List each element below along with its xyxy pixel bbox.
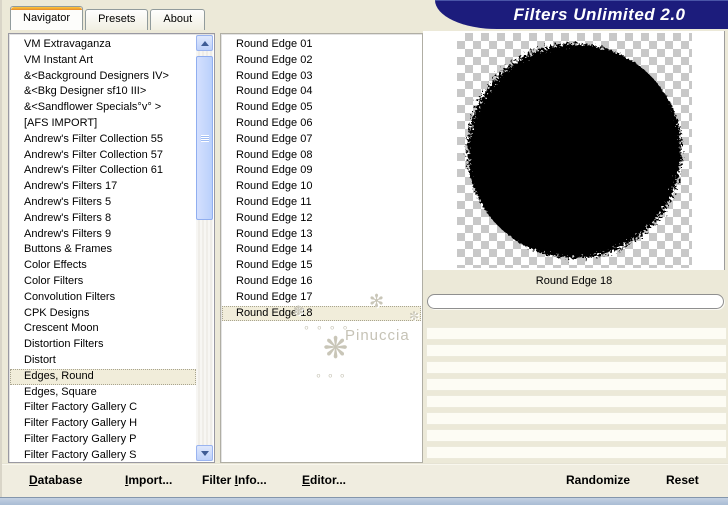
import-button[interactable]: Import... xyxy=(125,473,172,487)
filter-list-item[interactable]: Round Edge 04 xyxy=(222,84,421,100)
filter-list-item[interactable]: Round Edge 09 xyxy=(222,163,421,179)
category-list-item[interactable]: Andrew's Filters 8 xyxy=(10,211,196,227)
parameter-row xyxy=(426,327,727,340)
database-button[interactable]: Database xyxy=(29,473,82,487)
category-list-item[interactable]: [AFS IMPORT] xyxy=(10,116,196,132)
filter-list-item[interactable]: Round Edge 18 xyxy=(222,305,421,322)
category-list-item[interactable]: Andrew's Filter Collection 57 xyxy=(10,148,196,164)
parameter-rows xyxy=(426,327,727,463)
reset-button[interactable]: Reset xyxy=(666,473,699,487)
parameter-row xyxy=(426,361,727,374)
category-list-item[interactable]: Convolution Filters xyxy=(10,290,196,306)
tab-about[interactable]: About xyxy=(150,9,206,30)
category-list-item[interactable]: VM Extravaganza xyxy=(10,37,196,53)
category-list-item[interactable]: Distortion Filters xyxy=(10,337,196,353)
arrow-up-icon xyxy=(200,40,209,46)
scroll-up-button[interactable] xyxy=(196,35,213,51)
app-title-banner: Filters Unlimited 2.0 xyxy=(435,0,728,29)
filter-list-item[interactable]: Round Edge 12 xyxy=(222,211,421,227)
category-list-item[interactable]: Andrew's Filter Collection 55 xyxy=(10,132,196,148)
filter-info-button[interactable]: Filter Info... xyxy=(202,473,267,487)
category-list-item[interactable]: Andrew's Filters 9 xyxy=(10,227,196,243)
preview-caption-band: Round Edge 18 xyxy=(423,271,725,293)
filter-list-item[interactable]: Round Edge 17 xyxy=(222,290,421,306)
category-list-item[interactable]: Filter Factory Gallery H xyxy=(10,416,196,432)
category-list-item[interactable]: Andrew's Filters 5 xyxy=(10,195,196,211)
filter-items: Round Edge 01 Round Edge 02 Round Edge 03 R… xyxy=(222,37,421,461)
transparency-checkerboard xyxy=(457,33,692,268)
parameter-row xyxy=(426,429,727,442)
category-list-item[interactable]: Filter Factory Gallery S xyxy=(10,448,196,461)
action-bar: Database Import... Filter Info... Editor… xyxy=(2,463,728,497)
category-list-item[interactable]: &<Sandflower Specials°v° > xyxy=(10,100,196,116)
navigator-category-listbox[interactable]: VM Extravaganza VM Instant Art &<Backgroun… xyxy=(8,33,215,463)
editor-button[interactable]: Editor... xyxy=(302,473,346,487)
filter-list-item[interactable]: Round Edge 06 xyxy=(222,116,421,132)
category-list-item[interactable]: Buttons & Frames xyxy=(10,242,196,258)
category-list-item[interactable]: &<Bkg Designer sf10 III> xyxy=(10,84,196,100)
filter-list-item[interactable]: Round Edge 01 xyxy=(222,37,421,53)
category-list-item[interactable]: Edges, Square xyxy=(10,385,196,401)
randomize-button[interactable]: Randomize xyxy=(566,473,630,487)
navigator-category-items: VM Extravaganza VM Instant Art &<Backgroun… xyxy=(10,37,196,461)
category-list-item[interactable]: Edges, Round xyxy=(10,368,196,385)
filter-list-item[interactable]: Round Edge 10 xyxy=(222,179,421,195)
app-title: Filters Unlimited 2.0 xyxy=(513,4,686,24)
filter-list-item[interactable]: Round Edge 05 xyxy=(222,100,421,116)
background-strip xyxy=(0,497,728,505)
category-list-item[interactable]: &<Background Designers IV> xyxy=(10,69,196,85)
filter-list-item[interactable]: Round Edge 15 xyxy=(222,258,421,274)
preview-pane[interactable] xyxy=(423,31,725,270)
parameter-row xyxy=(426,395,727,408)
arrow-down-icon xyxy=(200,450,209,456)
filter-list-item[interactable]: Round Edge 14 xyxy=(222,242,421,258)
preview-caption: Round Edge 18 xyxy=(535,275,613,287)
navigator-scrollbar[interactable] xyxy=(196,35,213,461)
filter-list-item[interactable]: Round Edge 02 xyxy=(222,53,421,69)
category-list-item[interactable]: Filter Factory Gallery P xyxy=(10,432,196,448)
category-list-item[interactable]: Crescent Moon xyxy=(10,321,196,337)
category-list-item[interactable]: Andrew's Filters 17 xyxy=(10,179,196,195)
preview-progress-bar[interactable] xyxy=(427,294,724,309)
scrollbar-thumb[interactable] xyxy=(196,56,213,220)
thumb-grip-icon xyxy=(200,134,209,142)
filter-list-item[interactable]: Round Edge 11 xyxy=(222,195,421,211)
tab-bar: Navigator Presets About xyxy=(10,6,207,30)
tab-navigator[interactable]: Navigator xyxy=(10,6,84,30)
tab-presets[interactable]: Presets xyxy=(85,9,149,30)
category-list-item[interactable]: Filter Factory Gallery C xyxy=(10,400,196,416)
category-list-item[interactable]: Andrew's Filter Collection 61 xyxy=(10,163,196,179)
filter-list-item[interactable]: Round Edge 08 xyxy=(222,148,421,164)
filters-unlimited-window: Filters Unlimited 2.0 Navigator Presets … xyxy=(0,0,728,497)
category-list-item[interactable]: CPK Designs xyxy=(10,306,196,322)
parameter-row xyxy=(426,378,727,391)
category-list-item[interactable]: Distort xyxy=(10,353,196,369)
category-list-item[interactable]: Color Effects xyxy=(10,258,196,274)
filter-list-item[interactable]: Round Edge 13 xyxy=(222,227,421,243)
filter-list-item[interactable]: Round Edge 03 xyxy=(222,69,421,85)
parameter-row xyxy=(426,412,727,425)
parameter-row xyxy=(426,344,727,357)
filter-list-item[interactable]: Round Edge 07 xyxy=(222,132,421,148)
filter-list-item[interactable]: Round Edge 16 xyxy=(222,274,421,290)
filter-listbox[interactable]: Round Edge 01 Round Edge 02 Round Edge 03 R… xyxy=(220,33,423,463)
category-list-item[interactable]: VM Instant Art xyxy=(10,53,196,69)
scroll-down-button[interactable] xyxy=(196,445,213,461)
parameter-row xyxy=(426,446,727,459)
round-edge-preview-shape xyxy=(467,44,682,258)
category-list-item[interactable]: Color Filters xyxy=(10,274,196,290)
